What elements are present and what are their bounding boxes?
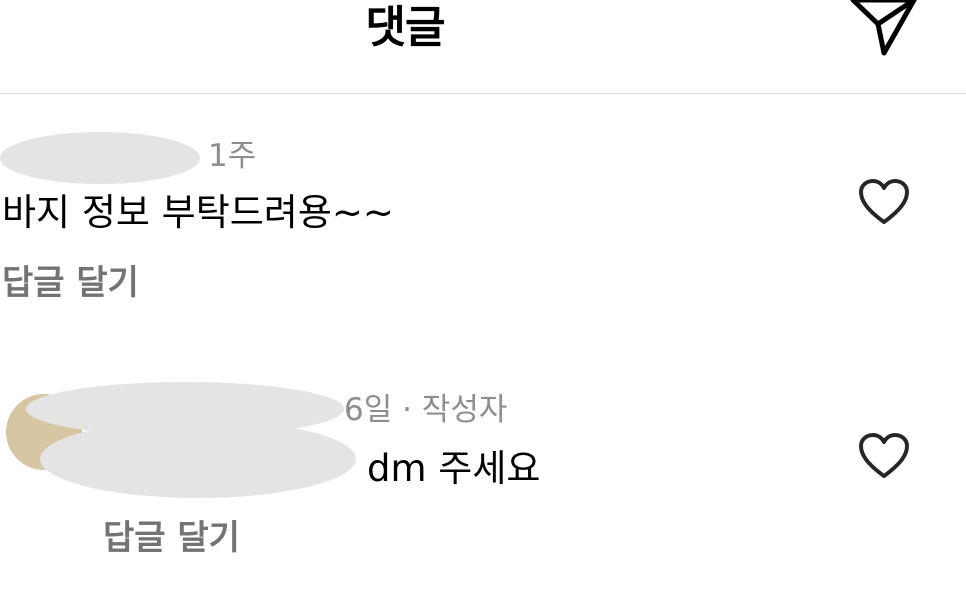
heart-outline-icon bbox=[859, 179, 909, 224]
paper-plane-icon bbox=[850, 0, 917, 56]
redacted-username bbox=[0, 132, 200, 184]
reply-button[interactable]: 답글 달기 bbox=[103, 517, 240, 559]
like-button[interactable] bbox=[858, 178, 910, 226]
comment-timestamp: 1주 bbox=[208, 138, 257, 174]
comment-text: dm 주세요 bbox=[367, 447, 541, 490]
heart-outline-icon bbox=[859, 433, 909, 478]
redacted-username bbox=[40, 420, 356, 498]
reply-button[interactable]: 답글 달기 bbox=[2, 262, 139, 304]
comment-timestamp: 6일 · 작성자 bbox=[344, 392, 508, 428]
share-button[interactable] bbox=[848, 0, 918, 58]
comments-header: 댓글 bbox=[0, 0, 966, 94]
comment-text: 바지 정보 부탁드려용~~ bbox=[2, 191, 394, 234]
like-button[interactable] bbox=[858, 432, 910, 480]
page-title: 댓글 bbox=[365, 2, 446, 53]
